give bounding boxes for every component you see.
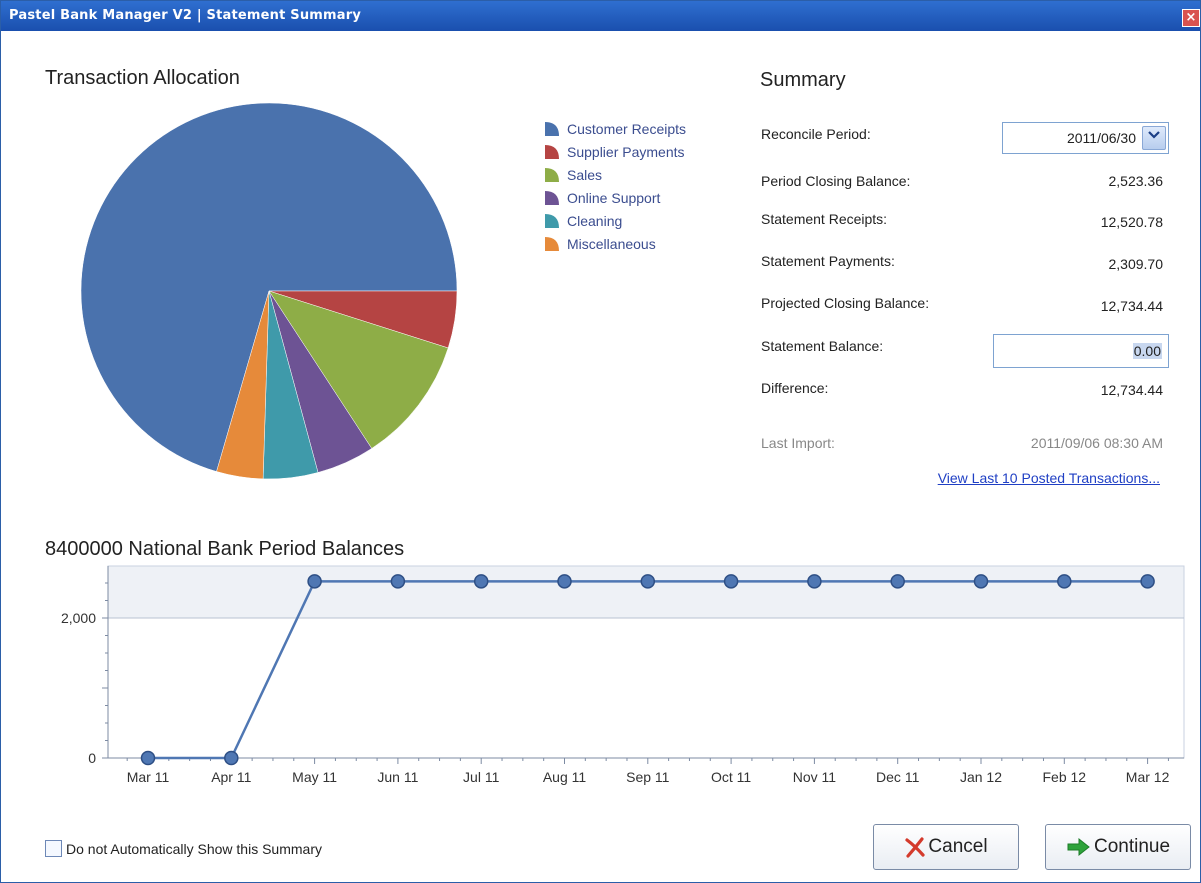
legend-swatch bbox=[545, 190, 559, 205]
x-tick-label: Mar 12 bbox=[1126, 769, 1170, 785]
chart-band bbox=[108, 566, 1184, 618]
legend-item: Supplier Payments bbox=[544, 140, 686, 163]
reconcile-period-select[interactable]: 2011/06/30 bbox=[1002, 122, 1169, 154]
legend-item: Sales bbox=[544, 163, 686, 186]
statement-receipts-value: 12,520.78 bbox=[1100, 214, 1163, 230]
x-tick-label: Apr 11 bbox=[211, 769, 251, 785]
last-import-row: Last Import: 2011/09/06 08:30 AM bbox=[761, 431, 1163, 455]
data-point bbox=[1057, 574, 1072, 589]
continue-button-label: Continue bbox=[1093, 836, 1171, 857]
legend-item: Customer Receipts bbox=[544, 117, 686, 140]
legend-swatch bbox=[545, 121, 559, 136]
statement-balance-input[interactable]: 0.00 bbox=[993, 334, 1169, 368]
legend-label: Customer Receipts bbox=[567, 120, 687, 137]
data-point bbox=[307, 574, 322, 589]
y-tick-label: 0 bbox=[88, 750, 96, 766]
view-last-transactions-link[interactable]: View Last 10 Posted Transactions... bbox=[938, 470, 1160, 486]
legend-swatch bbox=[545, 167, 559, 182]
reconcile-period-label: Reconcile Period: bbox=[761, 126, 871, 142]
closing-balance-value: 2,523.36 bbox=[1108, 173, 1164, 189]
cancel-button-label: Cancel bbox=[928, 836, 988, 857]
chevron-down-icon[interactable] bbox=[1142, 126, 1166, 150]
difference-row: Difference: 12,734.44 bbox=[761, 376, 1163, 400]
x-tick-label: May 11 bbox=[292, 769, 337, 785]
legend-item: Miscellaneous bbox=[544, 232, 686, 255]
data-point bbox=[890, 574, 905, 589]
legend-label: Sales bbox=[567, 166, 603, 183]
projected-balance-row: Projected Closing Balance: 12,734.44 bbox=[761, 291, 1163, 315]
statement-balance-value: 0.00 bbox=[1132, 343, 1162, 359]
closing-balance-row: Period Closing Balance: 2,523.36 bbox=[761, 169, 1163, 193]
difference-value: 12,734.44 bbox=[1100, 382, 1163, 398]
projected-balance-value: 12,734.44 bbox=[1100, 298, 1163, 314]
legend-swatch bbox=[545, 236, 559, 251]
legend-item: Online Support bbox=[544, 186, 686, 209]
last-import-label: Last Import: bbox=[761, 435, 835, 451]
window-title: Pastel Bank Manager V2 | Statement Summa… bbox=[9, 8, 362, 23]
legend-swatch bbox=[545, 213, 559, 228]
legend-label: Online Support bbox=[567, 189, 661, 206]
balances-heading: 8400000 National Bank Period Balances bbox=[45, 538, 405, 560]
x-tick-label: Aug 11 bbox=[543, 769, 587, 785]
statement-payments-label: Statement Payments: bbox=[761, 253, 895, 269]
x-tick-label: Oct 11 bbox=[711, 769, 751, 785]
statement-balance-label: Statement Balance: bbox=[761, 338, 884, 354]
data-point bbox=[390, 574, 406, 589]
statement-payments-value: 2,309.70 bbox=[1108, 256, 1164, 272]
x-tick-label: Jan 12 bbox=[960, 769, 1002, 785]
summary-heading: Summary bbox=[760, 69, 846, 91]
data-point bbox=[973, 574, 989, 589]
legend-item: Cleaning bbox=[544, 209, 686, 232]
data-point bbox=[557, 574, 572, 589]
x-tick-label: Dec 11 bbox=[876, 769, 920, 785]
data-point bbox=[640, 574, 656, 589]
continue-button[interactable]: Continue bbox=[1045, 824, 1191, 870]
title-bar: Pastel Bank Manager V2 | Statement Summa… bbox=[1, 1, 1200, 31]
data-point bbox=[807, 574, 822, 589]
transaction-allocation-pie bbox=[80, 102, 458, 480]
data-point bbox=[473, 574, 489, 589]
difference-label: Difference: bbox=[761, 380, 829, 396]
closing-balance-label: Period Closing Balance: bbox=[761, 173, 911, 189]
data-point bbox=[140, 750, 156, 766]
x-tick-label: Sep 11 bbox=[626, 769, 670, 785]
data-point bbox=[723, 574, 739, 589]
allocation-heading: Transaction Allocation bbox=[45, 67, 240, 89]
statement-receipts-label: Statement Receipts: bbox=[761, 211, 888, 227]
x-tick-label: Mar 11 bbox=[127, 769, 170, 785]
legend-label: Cleaning bbox=[567, 212, 623, 229]
x-tick-label: Nov 11 bbox=[793, 769, 837, 785]
auto-show-checkbox-row[interactable]: Do not Automatically Show this Summary bbox=[45, 840, 322, 857]
statement-receipts-row: Statement Receipts: 12,520.78 bbox=[761, 207, 1163, 231]
x-tick-label: Jun 11 bbox=[377, 769, 418, 785]
auto-show-checkbox-label: Do not Automatically Show this Summary bbox=[66, 840, 322, 857]
x-tick-label: Feb 12 bbox=[1043, 769, 1087, 785]
statement-summary-window: Pastel Bank Manager V2 | Statement Summa… bbox=[0, 0, 1201, 883]
auto-show-checkbox[interactable] bbox=[45, 840, 62, 857]
data-point bbox=[224, 750, 239, 766]
x-cross-icon bbox=[905, 837, 926, 858]
statement-payments-row: Statement Payments: 2,309.70 bbox=[761, 249, 1163, 273]
legend-label: Supplier Payments bbox=[567, 143, 685, 160]
cancel-button[interactable]: Cancel bbox=[873, 824, 1019, 870]
period-balances-chart: 0 2,000 Mar 11 Apr 11 May 11 Jun 11 Jul 11 Aug … bbox=[61, 565, 1185, 785]
arrow-right-icon bbox=[1067, 837, 1090, 857]
last-import-value: 2011/09/06 08:30 AM bbox=[1030, 435, 1163, 451]
legend-label: Miscellaneous bbox=[567, 235, 656, 252]
data-point bbox=[1140, 574, 1155, 589]
y-tick-label: 2,000 bbox=[61, 610, 96, 626]
projected-balance-label: Projected Closing Balance: bbox=[761, 295, 930, 311]
pie-legend: Customer Receipts Supplier Payments Sales O… bbox=[544, 117, 686, 255]
legend-swatch bbox=[545, 144, 559, 159]
close-icon[interactable]: × bbox=[1182, 9, 1200, 27]
reconcile-period-value: 2011/06/30 bbox=[1066, 130, 1136, 146]
x-tick-label: Jul 11 bbox=[463, 769, 500, 785]
